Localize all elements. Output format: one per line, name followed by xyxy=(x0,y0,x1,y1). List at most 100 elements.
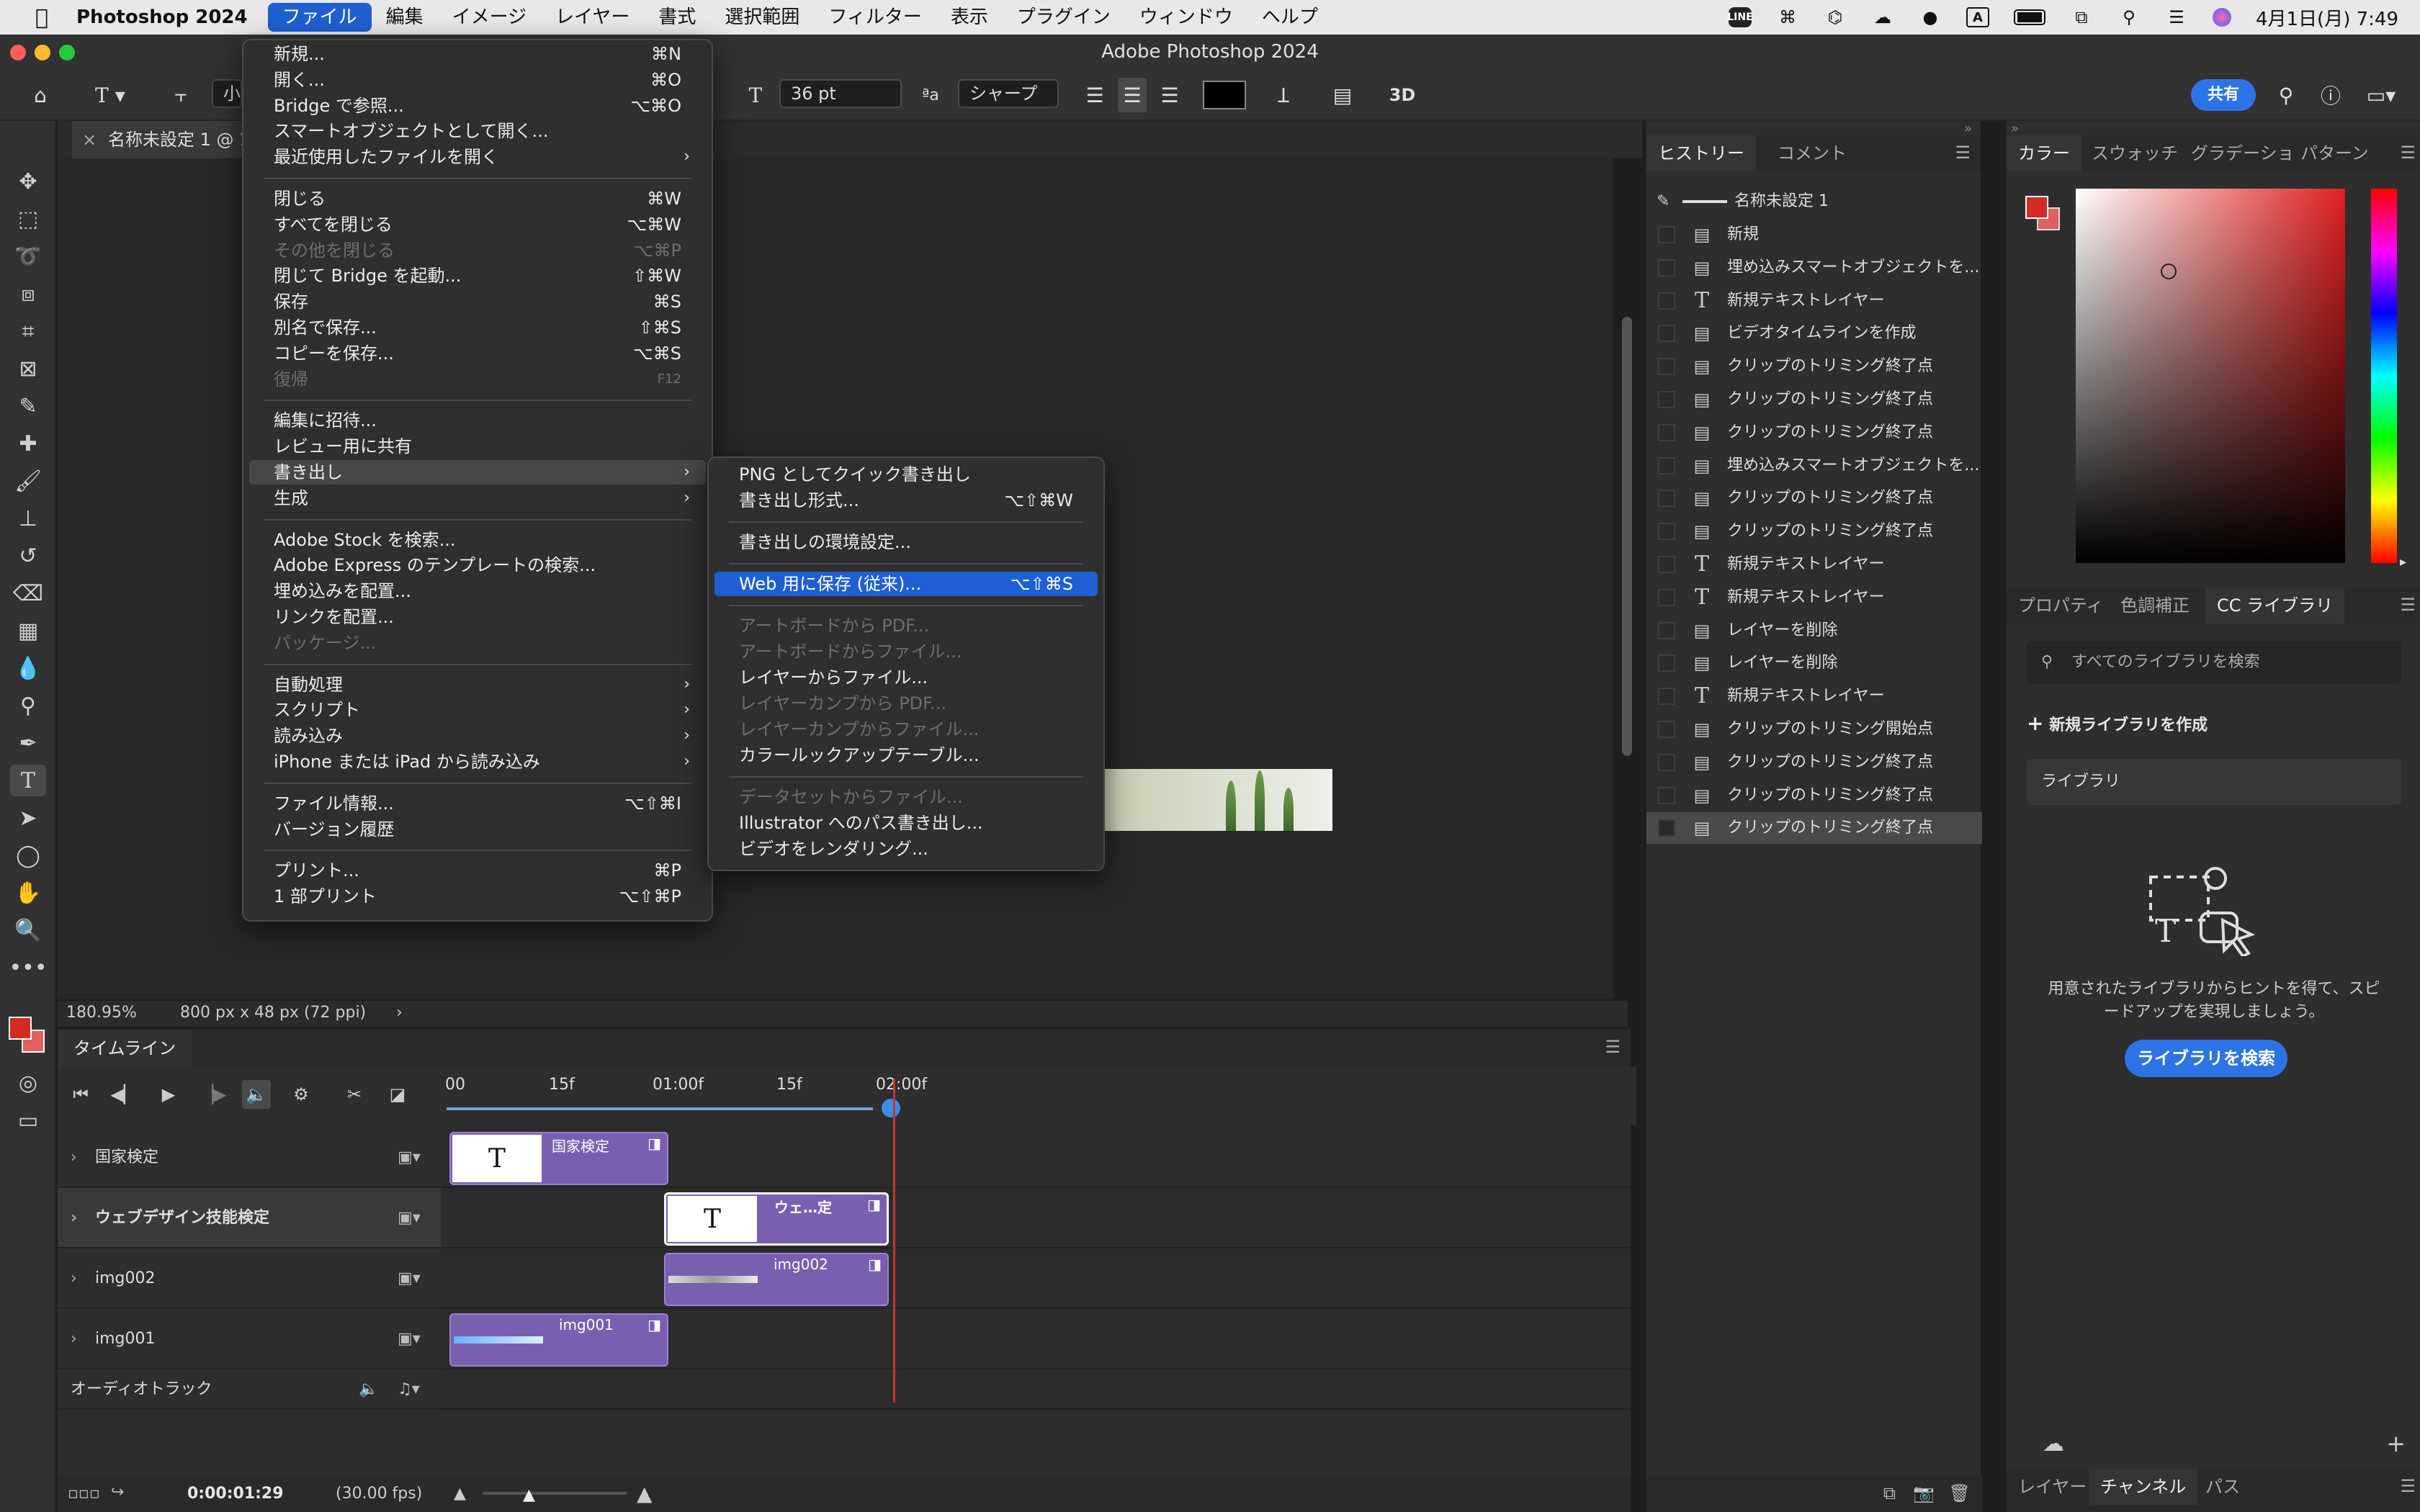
menu-item[interactable]: レイヤーからファイル... xyxy=(714,665,1098,690)
menu-item[interactable]: レビュー用に共有 xyxy=(249,434,706,459)
new-document-from-state-icon[interactable]: ⧉ xyxy=(1883,1483,1896,1503)
creative-cloud-icon[interactable]: ☁ xyxy=(1871,7,1894,27)
gradient-tool-icon[interactable]: ▦ xyxy=(10,615,46,647)
tab-history[interactable]: ヒストリー xyxy=(1646,135,1756,171)
zoom-out-mountain-icon[interactable]: ▲ xyxy=(454,1485,466,1503)
track-label[interactable]: › img002 ▣▾ xyxy=(58,1248,441,1309)
battery-icon[interactable] xyxy=(2013,9,2045,25)
history-item[interactable]: ▤ 新規 xyxy=(1646,219,1982,251)
playhead-line[interactable] xyxy=(893,1079,895,1403)
work-area-bar[interactable] xyxy=(447,1107,873,1110)
history-brush-source-checkbox[interactable] xyxy=(1658,391,1675,408)
audio-track-label[interactable]: オーディオトラック 🔈 ♫▾ xyxy=(58,1369,441,1410)
menubar-item[interactable]: 編集 xyxy=(372,3,438,32)
menubar-item[interactable]: フィルター xyxy=(814,3,936,32)
panel-menu-icon[interactable]: ☰ xyxy=(2400,595,2416,615)
tab-swatches[interactable]: スウォッチ xyxy=(2080,135,2190,171)
menubar-item[interactable]: 書式 xyxy=(644,3,710,32)
menubar-item[interactable]: 表示 xyxy=(936,3,1003,32)
menu-item[interactable]: リンクを配置... xyxy=(249,605,706,629)
align-right-icon[interactable]: ☰ xyxy=(1155,78,1184,112)
new-library-button[interactable]: + 新規ライブラリを作成 xyxy=(2027,711,2208,735)
chevron-right-icon[interactable]: › xyxy=(71,1248,77,1309)
cloud-icon[interactable]: ☁ xyxy=(2043,1431,2064,1457)
panel-menu-icon[interactable]: ☰ xyxy=(1955,143,1971,163)
audio-track-row[interactable]: + xyxy=(441,1369,1983,1410)
text-color-swatch[interactable] xyxy=(1203,81,1246,109)
foreground-color-chip[interactable] xyxy=(2025,196,2048,219)
timeline-clip[interactable]: T ウェ…定 ◨ xyxy=(664,1192,889,1246)
history-brush-source-checkbox[interactable] xyxy=(1658,423,1675,441)
timeline-clip[interactable]: img001 ◨ xyxy=(449,1313,668,1367)
color-picker-field[interactable] xyxy=(2076,189,2345,563)
history-item[interactable]: ▤ クリップのトリミング終了点 xyxy=(1646,384,1982,415)
history-brush-source-checkbox[interactable] xyxy=(1658,588,1675,606)
close-window-button[interactable] xyxy=(10,45,26,60)
line-icon[interactable]: LINE xyxy=(1727,7,1753,27)
document-info[interactable]: 800 px x 48 px (72 ppi) xyxy=(180,1004,366,1022)
panel-menu-icon[interactable]: ☰ xyxy=(2400,143,2416,163)
menubar-item[interactable]: ウィンドウ xyxy=(1125,3,1247,32)
settings-gear-icon[interactable]: ⚙ xyxy=(287,1080,315,1109)
vertical-scrollbar[interactable] xyxy=(1622,317,1632,756)
track-row[interactable]: T 国家検定 ◨ + xyxy=(441,1128,1983,1188)
history-item[interactable]: ▤ クリップのトリミング終了点 xyxy=(1646,516,1982,547)
history-item[interactable]: ▤ クリップのトリミング終了点 xyxy=(1646,747,1982,778)
healing-brush-tool-icon[interactable]: ✚ xyxy=(10,428,46,459)
screen-mirror-icon[interactable]: ⧉ xyxy=(2070,7,2093,27)
search-icon[interactable]: ⚲ xyxy=(2272,78,2300,112)
hue-slider-thumb[interactable]: ▸ xyxy=(2400,554,2406,570)
history-item[interactable]: ▤ レイヤーを削除 xyxy=(1646,647,1982,679)
history-item[interactable]: ▤ クリップのトリミング終了点 xyxy=(1646,351,1982,382)
track-row[interactable]: img002 ◨ + xyxy=(441,1248,1983,1309)
share-button[interactable]: 共有 xyxy=(2191,79,2256,111)
tab-patterns[interactable]: パターン xyxy=(2289,135,2380,171)
menu-item[interactable]: 1 部プリント ⌥⇧⌘P xyxy=(249,884,706,909)
history-brush-source-checkbox[interactable] xyxy=(1658,292,1675,310)
character-panel-icon[interactable]: ▤ xyxy=(1327,78,1358,112)
panel-menu-icon[interactable]: ☰ xyxy=(2400,1476,2416,1496)
tab-cc-libraries[interactable]: CC ライブラリ xyxy=(2205,588,2345,624)
history-brush-source-checkbox[interactable] xyxy=(1658,490,1675,508)
antialias-icon[interactable]: ªa xyxy=(916,78,945,112)
screen-mode-icon[interactable]: ▭ xyxy=(10,1104,46,1136)
workspace-icon[interactable]: ▭▾ xyxy=(2360,78,2403,112)
trash-icon[interactable]: 🗑 xyxy=(1949,1483,1971,1503)
film-icon[interactable]: ▣▾ xyxy=(398,1128,421,1188)
warp-text-icon[interactable]: Ʇ xyxy=(1268,78,1299,112)
chevron-right-icon[interactable]: › xyxy=(71,1188,77,1248)
history-item[interactable]: T 新規テキストレイヤー xyxy=(1646,582,1982,613)
history-snapshot[interactable]: ✎ 名称未設定 1 xyxy=(1646,186,1982,217)
align-left-icon[interactable]: ☰ xyxy=(1080,78,1109,112)
film-icon[interactable]: ▣▾ xyxy=(398,1248,421,1309)
menu-item[interactable]: 編集に招待... xyxy=(249,408,706,433)
siri-icon[interactable] xyxy=(2212,8,2231,27)
collapse-panel-icon[interactable]: » xyxy=(1964,121,1972,136)
collapse-panel-icon[interactable]: » xyxy=(2011,121,2019,136)
menu-item[interactable]: ファイル情報... ⌥⇧⌘I xyxy=(249,791,706,816)
control-center-icon[interactable]: ☰ xyxy=(2165,7,2188,27)
menu-item[interactable]: バージョン履歴 xyxy=(249,817,706,842)
brush-tool-icon[interactable]: 🖌 xyxy=(10,465,46,497)
track-row[interactable]: T ウェ…定 ◨ + xyxy=(441,1188,1983,1248)
menu-item[interactable]: カラールックアップテーブル... xyxy=(714,743,1098,768)
menu-item[interactable]: 別名で保存... ⇧⌘S xyxy=(249,315,706,340)
pen-tool-icon[interactable]: ✒ xyxy=(10,727,46,759)
lasso-tool-icon[interactable]: ➰ xyxy=(10,240,46,272)
menu-item[interactable]: 書き出しの環境設定... xyxy=(714,530,1098,554)
tab-properties[interactable]: プロパティ xyxy=(2007,588,2115,624)
timeline-zoom-thumb[interactable]: ▲ xyxy=(523,1486,535,1504)
tab-adjustments[interactable]: 色調補正 xyxy=(2109,588,2201,624)
clip-menu-icon[interactable]: ◨ xyxy=(867,1196,881,1213)
timeline-clip[interactable]: T 国家検定 ◨ xyxy=(449,1132,668,1185)
menu-item[interactable]: PNG としてクイック書き出し xyxy=(714,462,1098,487)
track-label[interactable]: › ウェブデザイン技能検定 ▣▾ xyxy=(58,1188,441,1248)
menu-item[interactable]: Web 用に保存 (従来)... ⌥⇧⌘S xyxy=(714,572,1098,596)
chevron-right-icon[interactable]: › xyxy=(71,1309,77,1369)
tab-channels[interactable]: チャンネル xyxy=(2089,1469,2198,1505)
tab-comments[interactable]: コメント xyxy=(1766,135,1858,171)
history-item[interactable]: ▤ クリップのトリミング終了点 xyxy=(1646,812,1982,845)
font-size-field[interactable]: 36 pt xyxy=(779,79,902,108)
menu-item[interactable]: 最近使用したファイルを開く › xyxy=(249,145,706,169)
history-item[interactable]: ▤ クリップのトリミング終了点 xyxy=(1646,482,1982,514)
